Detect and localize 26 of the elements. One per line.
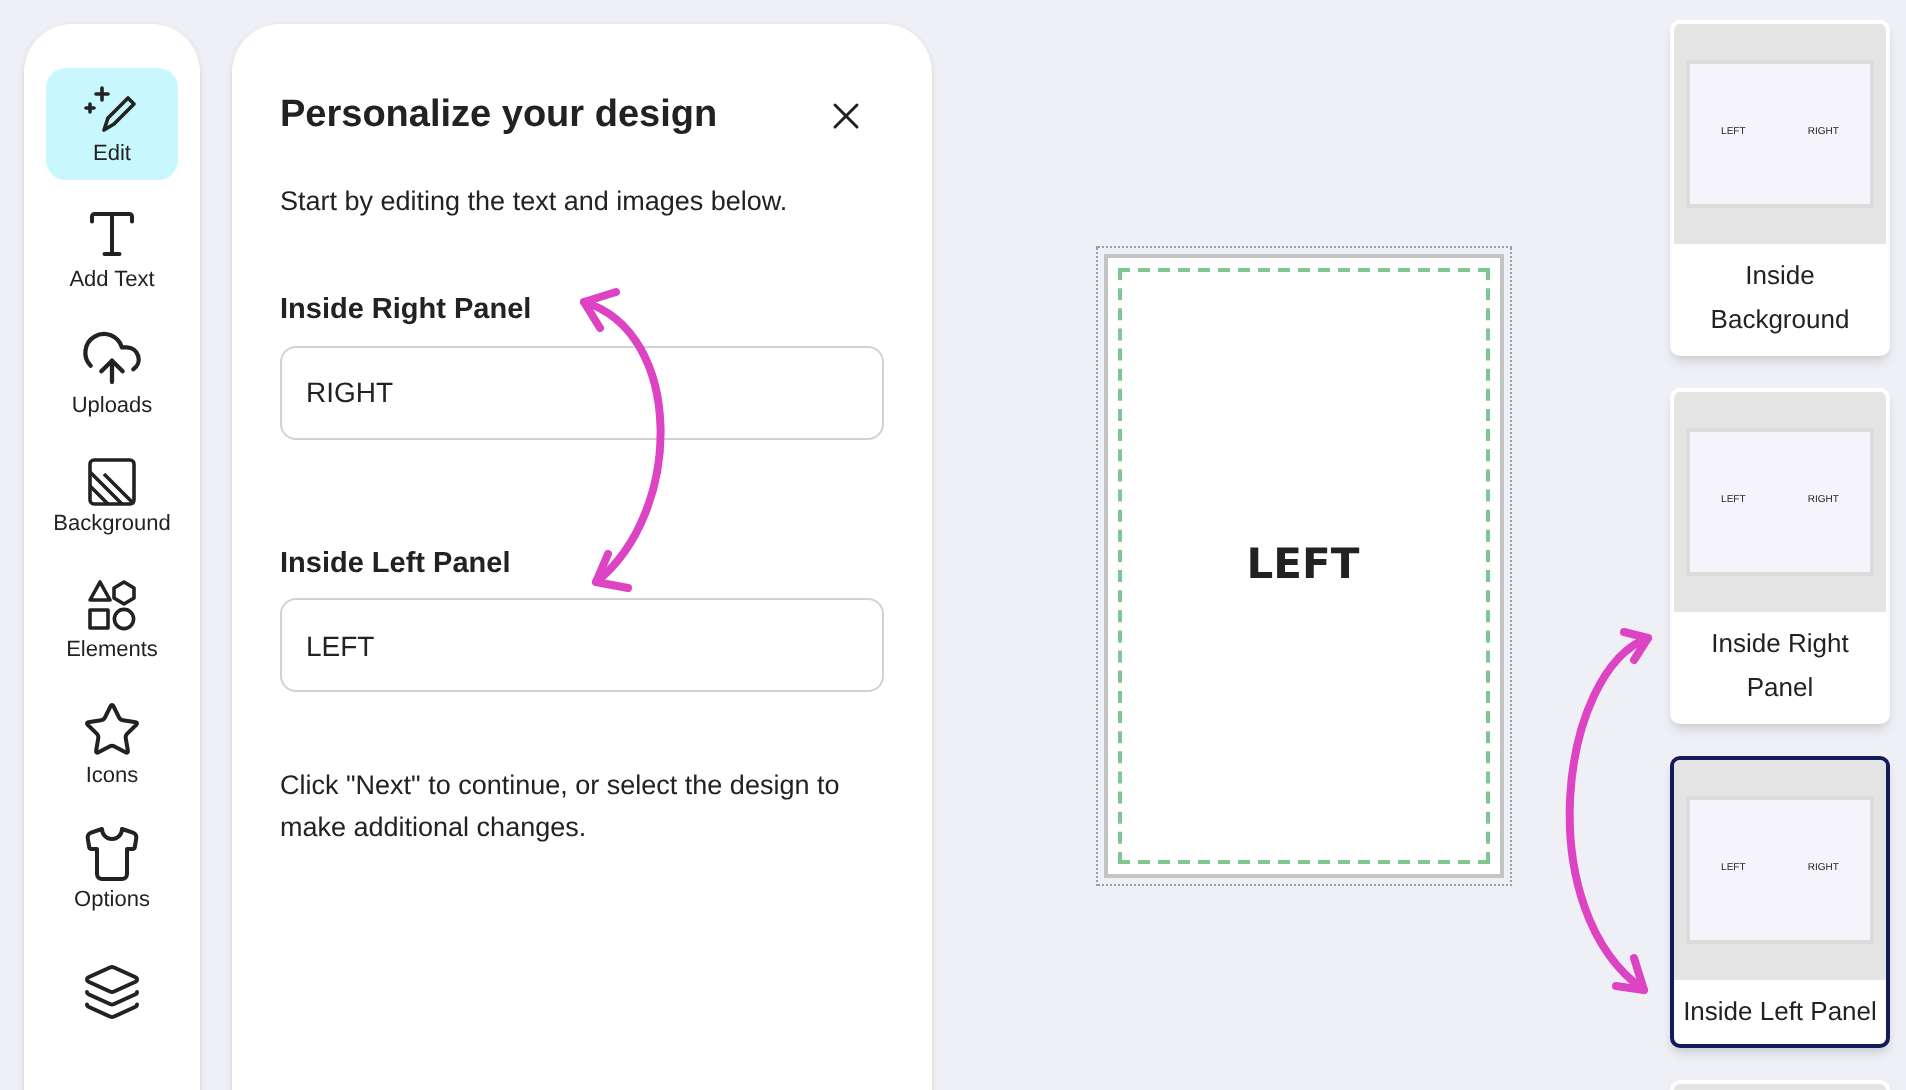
design-canvas[interactable]: LEFT (1095, 245, 1511, 885)
sidebar-item[interactable]: Icons (46, 688, 178, 800)
star-icon (82, 700, 142, 760)
sidebar-item[interactable]: Uploads (46, 316, 178, 428)
layers-icon (82, 962, 142, 1022)
panel-instructions: Click "Next" to continue, or select the design to make additional changes. (280, 768, 842, 847)
thumbnail-label: Inside Left Panel (1681, 994, 1879, 1030)
thumbnail-label: Inside Right Panel (1709, 626, 1851, 706)
text-input-field[interactable]: RIGHT (280, 345, 884, 439)
sidebar-item[interactable]: Options (46, 812, 178, 924)
field-label: Inside Left Panel (280, 545, 513, 583)
sidebar-item[interactable]: Edit (46, 68, 178, 180)
sidebar-item[interactable]: Background (46, 440, 178, 552)
panel-title: Personalize your design (280, 92, 718, 140)
panel-intro: Start by editing the text and images below. (280, 183, 790, 220)
upload-icon (80, 326, 144, 390)
text-input-field[interactable]: LEFT (280, 598, 884, 693)
shirt-icon (82, 824, 142, 884)
thumbnail-label: Inside Background (1708, 258, 1852, 338)
sidebar-item[interactable]: Add Text (46, 192, 178, 304)
shapes-icon (84, 578, 140, 634)
pencil-sparkle-icon (84, 82, 140, 138)
field-label: Inside Right Panel (280, 291, 534, 330)
sidebar-item[interactable]: Elements (46, 564, 178, 676)
background-icon (86, 456, 138, 508)
canvas-text: LEFT (1246, 537, 1360, 592)
